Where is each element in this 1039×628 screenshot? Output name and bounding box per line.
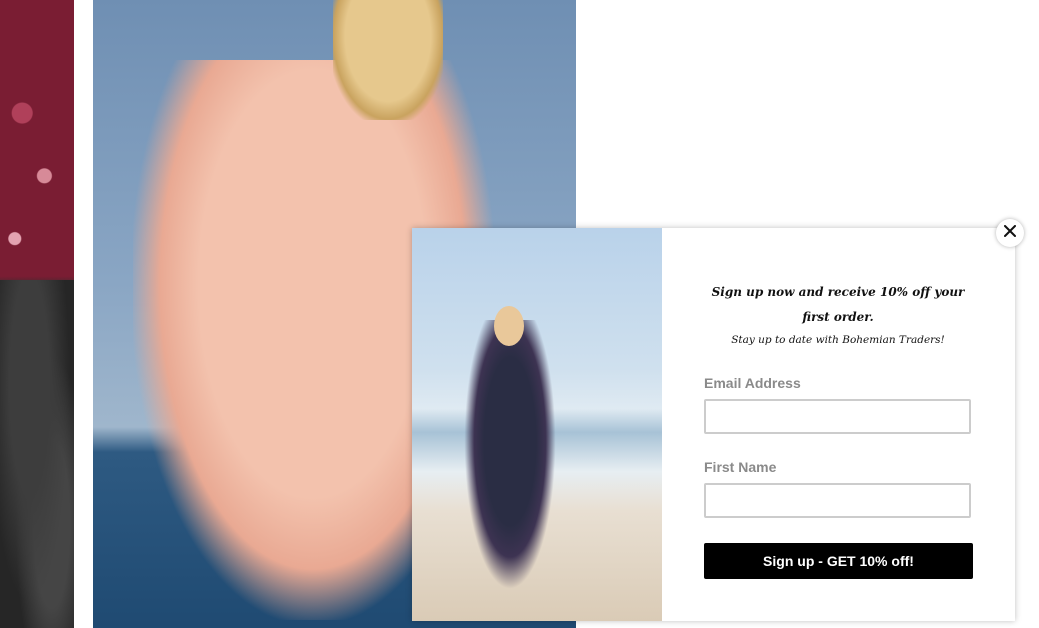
popup-subline: Stay up to date with Bohemian Traders! [731, 334, 945, 346]
close-popup-button[interactable] [996, 219, 1024, 247]
model-hair-illustration [333, 0, 443, 120]
close-icon [1004, 224, 1016, 242]
background-photo-left [0, 0, 74, 628]
email-field[interactable] [704, 399, 971, 434]
model-head [494, 306, 524, 346]
popup-headline: Sign up now and receive 10% off your fir… [711, 285, 965, 324]
first-name-field[interactable] [704, 483, 971, 518]
popup-photo [412, 228, 662, 621]
signup-popup: Sign up now and receive 10% off your fir… [412, 228, 1015, 621]
signup-submit-button[interactable]: Sign up - GET 10% off! [704, 543, 973, 579]
popup-form-panel: Sign up now and receive 10% off your fir… [662, 228, 1015, 621]
model-figure [464, 320, 556, 590]
email-label: Email Address [704, 375, 801, 391]
first-name-label: First Name [704, 459, 777, 475]
